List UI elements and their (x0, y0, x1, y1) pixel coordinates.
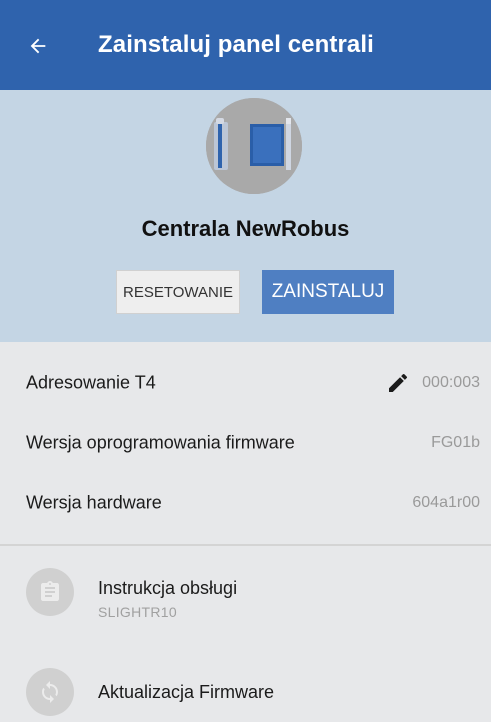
reset-button[interactable]: RESETOWANIE (116, 270, 240, 314)
info-row-t4-address: Adresowanie T4 000:003 (0, 354, 491, 412)
info-row-value: 604a1r00 (412, 494, 480, 511)
info-row-label: Adresowanie T4 (26, 372, 156, 393)
list-item-manual[interactable]: Instrukcja obsługi SLIGHTR10 (0, 552, 491, 632)
info-row-label: Wersja hardware (26, 492, 162, 513)
info-row-value: 000:003 (422, 374, 480, 391)
page-title: Zainstaluj panel centrali (98, 31, 374, 58)
device-header: Centrala NewRobus RESETOWANIE ZAINSTALUJ (0, 90, 491, 342)
clipboard-icon (26, 568, 74, 616)
info-row-label: Wersja oprogramowania firmware (26, 432, 295, 453)
app-bar: Zainstaluj panel centrali (0, 0, 491, 90)
pencil-icon[interactable] (386, 371, 410, 395)
list-item-title: Aktualizacja Firmware (98, 682, 275, 702)
list-item-subtitle: SLIGHTR10 (98, 604, 177, 620)
info-row-firmware-version: Wersja oprogramowania firmware FG01b (0, 414, 491, 472)
arrow-back-icon[interactable] (18, 26, 58, 66)
device-info: Adresowanie T4 000:003 Wersja oprogramow… (0, 342, 491, 544)
list-item-title: Instrukcja obsługi (98, 578, 238, 598)
device-name: Centrala NewRobus (141, 216, 350, 241)
control-unit-icon (206, 98, 302, 194)
info-row-value: FG01b (431, 434, 480, 451)
install-button[interactable]: ZAINSTALUJ (262, 270, 394, 314)
sync-icon (26, 668, 74, 716)
actions-list: Instrukcja obsługi SLIGHTR10 Aktualizacj… (0, 546, 491, 722)
list-item-firmware-update[interactable]: Aktualizacja Firmware (0, 642, 491, 722)
info-row-hardware-version: Wersja hardware 604a1r00 (0, 474, 491, 532)
